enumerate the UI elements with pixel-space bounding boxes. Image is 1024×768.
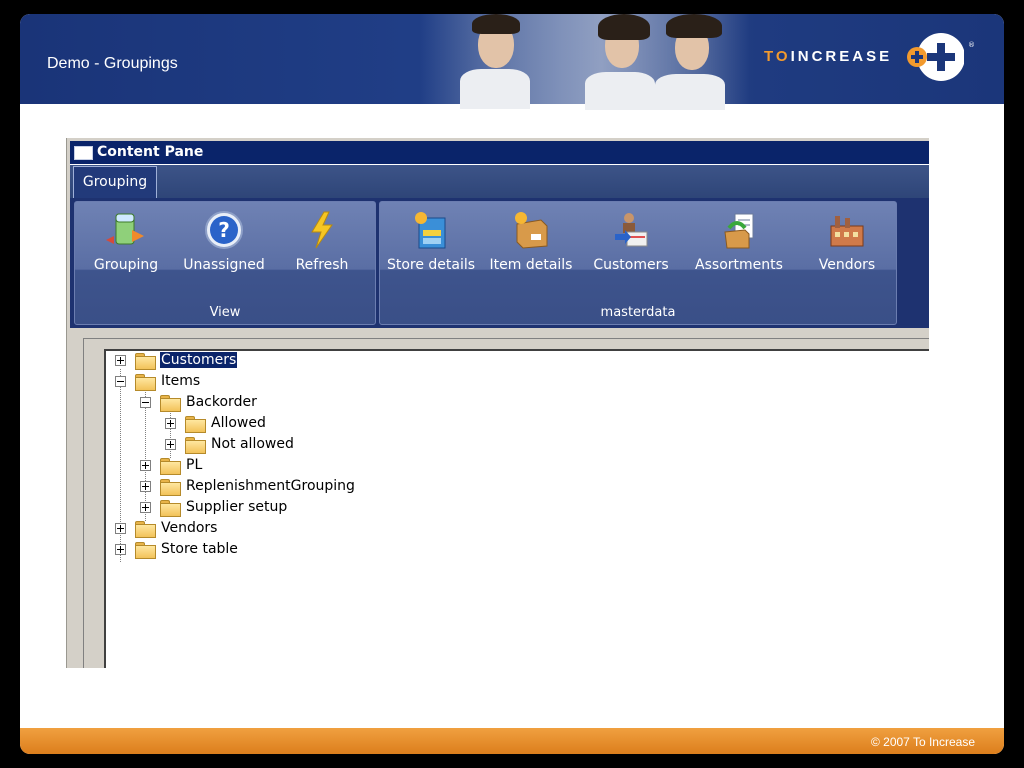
folder-icon xyxy=(135,542,156,559)
window-icon xyxy=(74,146,93,160)
expand-icon[interactable] xyxy=(140,481,151,492)
question-icon: ? xyxy=(205,211,243,249)
registered-mark: ® xyxy=(968,41,975,49)
store-icon xyxy=(415,212,446,249)
folder-icon xyxy=(160,500,181,517)
footer-bar: © 2007 To Increase xyxy=(20,728,1004,754)
expand-icon[interactable] xyxy=(165,439,176,450)
expand-icon[interactable] xyxy=(115,355,126,366)
customers-icon xyxy=(615,213,648,247)
expand-icon[interactable] xyxy=(140,460,151,471)
item-details-button[interactable]: Item details xyxy=(484,210,578,273)
company-logo: TOINCREASE xyxy=(764,48,893,65)
tree-panel: Customers Items Backorder Allowed Not al… xyxy=(83,338,929,668)
ribbon: Grouping ? Unassigned Refresh View Store… xyxy=(70,198,929,328)
copyright-text: © 2007 To Increase xyxy=(870,735,975,749)
assortments-button[interactable]: Assortments xyxy=(684,210,794,273)
expand-icon[interactable] xyxy=(140,502,151,513)
grouping-button[interactable]: Grouping xyxy=(79,210,173,273)
expand-icon[interactable] xyxy=(115,523,126,534)
group-label-masterdata: masterdata xyxy=(600,305,676,320)
plus-logo-icon xyxy=(907,33,964,81)
window-title: Content Pane xyxy=(97,144,204,160)
folder-icon xyxy=(160,479,181,496)
window-title-bar: Content Pane xyxy=(70,141,929,165)
collapse-icon[interactable] xyxy=(115,376,126,387)
grouping-icon xyxy=(106,213,144,245)
ribbon-group-view: Grouping ? Unassigned Refresh View xyxy=(74,201,376,325)
collapse-icon[interactable] xyxy=(140,397,151,408)
grouping-tree[interactable]: Customers Items Backorder Allowed Not al… xyxy=(104,349,929,668)
unassigned-button[interactable]: ? Unassigned xyxy=(177,210,271,273)
expand-icon[interactable] xyxy=(115,544,126,555)
folder-icon xyxy=(135,374,156,391)
folder-icon xyxy=(135,353,156,370)
assortment-icon xyxy=(724,213,754,249)
slide-title: Demo - Groupings xyxy=(47,55,178,72)
vendors-button[interactable]: Vendors xyxy=(800,210,894,273)
header-banner: Demo - Groupings TOINCREASE ® xyxy=(20,14,1004,110)
folder-icon xyxy=(160,458,181,475)
tab-strip: Grouping xyxy=(70,165,929,198)
factory-icon xyxy=(830,216,864,247)
app-screenshot: Content Pane Grouping Grouping ? Unassig… xyxy=(66,138,929,668)
refresh-button[interactable]: Refresh xyxy=(275,210,369,273)
expand-icon[interactable] xyxy=(165,418,176,429)
ribbon-group-masterdata: Store details Item details Customers Ass… xyxy=(379,201,897,325)
team-photo xyxy=(420,14,750,110)
folder-icon xyxy=(135,521,156,538)
box-icon xyxy=(515,212,548,249)
group-label-view: View xyxy=(209,305,241,320)
slide: Demo - Groupings TOINCREASE ® Content Pa… xyxy=(20,14,1004,754)
folder-icon xyxy=(185,416,206,433)
svg-text:?: ? xyxy=(218,218,230,242)
lightning-icon xyxy=(311,211,333,249)
folder-icon xyxy=(160,395,181,412)
store-details-button[interactable]: Store details xyxy=(384,210,478,273)
customers-button[interactable]: Customers xyxy=(584,210,678,273)
tab-grouping[interactable]: Grouping xyxy=(73,166,157,198)
folder-icon xyxy=(185,437,206,454)
